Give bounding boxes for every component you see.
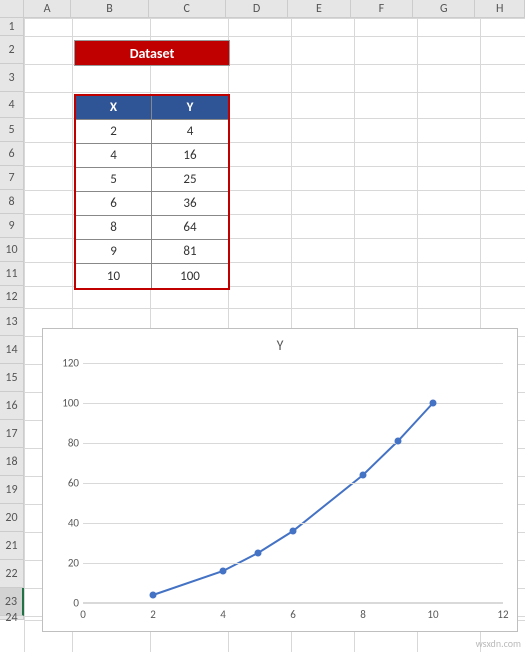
row-header[interactable]: 11 <box>0 262 24 286</box>
table-header-y: Y <box>152 96 228 120</box>
chart-x-tick: 8 <box>360 608 366 621</box>
row-header[interactable]: 12 <box>0 286 24 308</box>
table-row: 6 36 <box>76 192 228 216</box>
table-cell-y[interactable]: 16 <box>152 144 228 168</box>
chart-y-tick: 20 <box>49 557 79 570</box>
cell-grid[interactable]: Dataset X Y 2 4 4 16 5 25 <box>24 18 525 652</box>
table-cell-x[interactable]: 8 <box>76 216 152 240</box>
row-header-strip: 123456789101112131415161718192021222324 <box>0 18 24 652</box>
table-cell-x[interactable]: 9 <box>76 240 152 264</box>
chart-y-tick: 0 <box>49 597 79 610</box>
chart-x-tick: 4 <box>220 608 226 621</box>
row-header[interactable]: 5 <box>0 118 24 142</box>
row-header[interactable]: 10 <box>0 238 24 262</box>
spreadsheet: ABCDEFGH 1234567891011121314151617181920… <box>0 0 525 652</box>
chart-y-tick: 100 <box>49 397 79 410</box>
row-header[interactable]: 20 <box>0 504 24 532</box>
column-header-row: ABCDEFGH <box>0 0 525 18</box>
chart-x-tick: 2 <box>150 608 156 621</box>
watermark: wsxdn.com <box>476 637 521 650</box>
table-cell-x[interactable]: 10 <box>76 264 152 288</box>
row-header[interactable]: 21 <box>0 532 24 560</box>
chart-marker <box>220 568 227 575</box>
row-header[interactable]: 2 <box>0 36 24 64</box>
row-header[interactable]: 4 <box>0 92 24 118</box>
table-cell-y[interactable]: 64 <box>152 216 228 240</box>
chart-marker <box>430 400 437 407</box>
table-cell-x[interactable]: 6 <box>76 192 152 216</box>
table-cell-y[interactable]: 25 <box>152 168 228 192</box>
row-header[interactable]: 1 <box>0 18 24 36</box>
row-header[interactable]: 7 <box>0 166 24 190</box>
chart-y-tick: 120 <box>49 357 79 370</box>
chart-marker <box>360 472 367 479</box>
chart-title: Y <box>43 329 517 358</box>
column-header[interactable]: C <box>149 0 226 17</box>
row-header[interactable]: 15 <box>0 364 24 392</box>
dataset-banner-label: Dataset <box>130 45 175 62</box>
chart-y-tick: 60 <box>49 477 79 490</box>
row-header[interactable]: 9 <box>0 214 24 238</box>
row-header[interactable]: 17 <box>0 420 24 448</box>
table-row: 4 16 <box>76 144 228 168</box>
chart-y-tick: 80 <box>49 437 79 450</box>
table-header-x: X <box>76 96 152 120</box>
chart-x-tick: 12 <box>497 608 508 621</box>
chart[interactable]: Y 020406080100120024681012 <box>42 328 518 632</box>
chart-marker <box>290 528 297 535</box>
row-header[interactable]: 19 <box>0 476 24 504</box>
dataset-banner: Dataset <box>74 40 230 66</box>
chart-marker <box>150 592 157 599</box>
column-header[interactable]: G <box>413 0 475 17</box>
column-header[interactable]: B <box>71 0 148 17</box>
row-header[interactable]: 8 <box>0 190 24 214</box>
row-header[interactable]: 22 <box>0 560 24 588</box>
table-row: 8 64 <box>76 216 228 240</box>
table-cell-y[interactable]: 36 <box>152 192 228 216</box>
column-header[interactable]: A <box>24 0 72 17</box>
chart-marker <box>395 438 402 445</box>
row-header[interactable]: 3 <box>0 64 24 92</box>
row-header[interactable]: 6 <box>0 142 24 166</box>
row-header[interactable]: 13 <box>0 308 24 336</box>
table-cell-y[interactable]: 81 <box>152 240 228 264</box>
chart-plot-area: 020406080100120024681012 <box>83 363 503 603</box>
chart-marker <box>255 550 262 557</box>
row-header[interactable]: 16 <box>0 392 24 420</box>
chart-x-tick: 6 <box>290 608 296 621</box>
column-header[interactable]: E <box>288 0 350 17</box>
table-row: 10 100 <box>76 264 228 288</box>
table-row: 9 81 <box>76 240 228 264</box>
table-cell-x[interactable]: 2 <box>76 120 152 144</box>
table-cell-y[interactable]: 4 <box>152 120 228 144</box>
select-all-corner[interactable] <box>0 0 24 17</box>
table-cell-x[interactable]: 5 <box>76 168 152 192</box>
chart-x-tick: 0 <box>80 608 86 621</box>
table-row: 5 25 <box>76 168 228 192</box>
column-header[interactable]: H <box>475 0 525 17</box>
column-header[interactable]: D <box>226 0 288 17</box>
row-header[interactable]: 14 <box>0 336 24 364</box>
table-cell-y[interactable]: 100 <box>152 264 228 288</box>
column-header[interactable]: F <box>351 0 413 17</box>
table-cell-x[interactable]: 4 <box>76 144 152 168</box>
row-header[interactable]: 24 <box>0 616 24 620</box>
chart-x-tick: 10 <box>427 608 438 621</box>
chart-y-tick: 40 <box>49 517 79 530</box>
table-header-row: X Y <box>76 96 228 120</box>
data-table: X Y 2 4 4 16 5 25 6 36 <box>74 94 230 290</box>
table-row: 2 4 <box>76 120 228 144</box>
row-header[interactable]: 18 <box>0 448 24 476</box>
